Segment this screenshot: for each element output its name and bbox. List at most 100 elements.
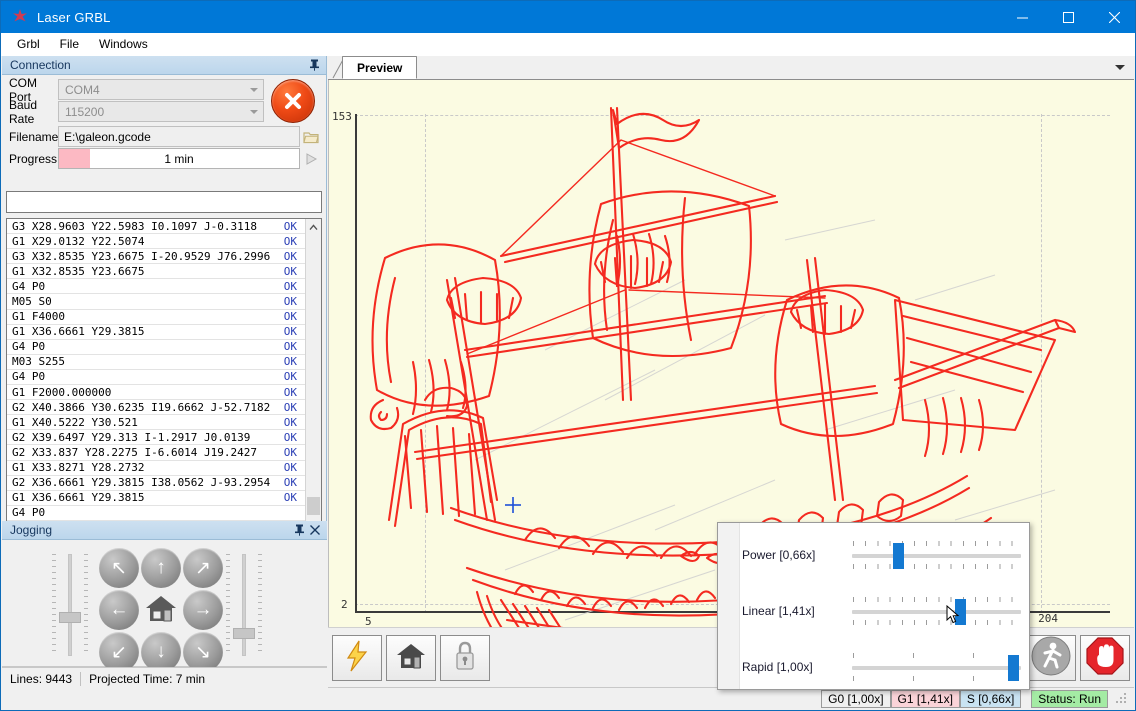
- gcode-scroll-track[interactable]: [306, 235, 322, 531]
- menu-file[interactable]: File: [50, 34, 89, 54]
- gcode-row[interactable]: G2 X36.6661 Y29.3815 I38.0562 J-93.2954 O…: [7, 476, 305, 491]
- jog-left[interactable]: ←: [99, 590, 139, 630]
- jog-right-arrow-icon: →: [193, 599, 213, 620]
- gcode-status: OK: [283, 400, 297, 414]
- rapid-slider-thumb[interactable]: [1007, 655, 1019, 681]
- gcode-row[interactable]: G1 X32.8535 Y23.6675 OK: [7, 264, 305, 280]
- folder-open-icon[interactable]: [300, 130, 322, 144]
- gcode-command: G1 X33.8271 Y28.2732: [12, 461, 145, 475]
- minimize-button[interactable]: [999, 1, 1045, 33]
- gcode-scrollbar[interactable]: [305, 219, 321, 547]
- resize-gripper[interactable]: [1114, 691, 1128, 706]
- jog-speed-slider[interactable]: [224, 550, 264, 660]
- gcode-row[interactable]: G3 X28.9603 Y22.5983 I0.1097 J-0.3118 OK: [7, 219, 305, 235]
- menu-windows[interactable]: Windows: [89, 34, 158, 54]
- tab-preview[interactable]: Preview: [342, 56, 418, 79]
- unlock-power-button[interactable]: [332, 634, 382, 681]
- gcode-command: G1 X36.6661 Y29.3815: [12, 491, 145, 505]
- com-port-select[interactable]: COM4: [58, 79, 264, 100]
- pin-icon[interactable]: [306, 57, 322, 73]
- gcode-row[interactable]: G4 P0 OK: [7, 340, 305, 355]
- jog-down-right-arrow-icon: ↘: [195, 641, 211, 663]
- gcode-row[interactable]: G1 X36.6661 Y29.3815 OK: [7, 491, 305, 506]
- close-button[interactable]: [1091, 1, 1135, 33]
- console-input[interactable]: [6, 191, 322, 213]
- slider-thumb[interactable]: [233, 628, 255, 639]
- gcode-row[interactable]: G1 X36.6661 Y29.3815 OK: [7, 325, 305, 340]
- baud-rate-select[interactable]: 115200: [58, 101, 264, 122]
- jog-direction-pad: ↖ ↑ ↗ ← → ↙ ↓ ↘: [99, 548, 225, 674]
- filename-input[interactable]: E:\galeon.gcode: [58, 126, 300, 147]
- run-button[interactable]: [1026, 634, 1076, 681]
- jog-down[interactable]: ↓: [141, 632, 181, 672]
- home-icon: [143, 592, 179, 629]
- gcode-row[interactable]: G4 P0: [7, 506, 305, 521]
- jog-down-left-arrow-icon: ↙: [111, 641, 127, 663]
- gcode-scroll-thumb[interactable]: [306, 497, 320, 515]
- gcode-row[interactable]: G3 X32.8535 Y23.6675 I-20.9529 J76.2996 O…: [7, 249, 305, 265]
- stop-button[interactable]: [1080, 634, 1130, 681]
- gcode-status: OK: [283, 476, 297, 490]
- gcode-list-panel: G3 X28.9603 Y22.5983 I0.1097 J-0.3118 OK G…: [6, 218, 322, 548]
- padlock-icon: [453, 640, 477, 675]
- gcode-command: M05 S0: [12, 295, 52, 309]
- gcode-status: OK: [283, 249, 297, 263]
- jog-up-left[interactable]: ↖: [99, 548, 139, 588]
- power-slider-thumb[interactable]: [892, 543, 904, 569]
- y-axis-top-label: 153: [332, 110, 352, 123]
- origin-crosshair: [505, 497, 521, 513]
- y-axis-bottom-label: 2: [341, 598, 348, 611]
- tab-preview-label: Preview: [357, 60, 403, 75]
- window-title: Laser GRBL: [37, 9, 111, 25]
- play-icon[interactable]: [300, 152, 322, 166]
- gcode-row[interactable]: G2 X33.837 Y28.2275 I-6.6014 J19.2427 OK: [7, 445, 305, 461]
- jog-down-left[interactable]: ↙: [99, 632, 139, 672]
- gcode-row[interactable]: M03 S255 OK: [7, 355, 305, 370]
- gcode-row[interactable]: G1 F4000 OK: [7, 310, 305, 325]
- jog-up-right[interactable]: ↗: [183, 548, 223, 588]
- gcode-row[interactable]: G1 F2000.000000 OK: [7, 385, 305, 401]
- jog-home[interactable]: [141, 590, 181, 630]
- projected-time-label: Projected Time: 7 min: [89, 671, 206, 686]
- linear-label: Linear [1,41x]: [742, 604, 815, 618]
- gcode-row[interactable]: G1 X29.0132 Y22.5074 OK: [7, 234, 305, 250]
- linear-slider[interactable]: [852, 591, 1021, 631]
- gcode-command: G2 X39.6497 Y29.313 I-1.2917 J0.0139: [12, 430, 251, 444]
- close-icon[interactable]: [307, 522, 323, 538]
- rapid-slider[interactable]: [852, 647, 1021, 687]
- gcode-row[interactable]: M05 S0 OK: [7, 294, 305, 310]
- gcode-command: M03 S255: [12, 355, 65, 369]
- chevron-down-icon[interactable]: [1106, 56, 1134, 79]
- power-slider[interactable]: [852, 535, 1021, 575]
- disconnect-button[interactable]: [271, 79, 315, 123]
- lock-button[interactable]: [440, 634, 490, 681]
- gcode-list[interactable]: G3 X28.9603 Y22.5983 I0.1097 J-0.3118 OK G…: [7, 219, 305, 547]
- gcode-row[interactable]: G4 P0 OK: [7, 370, 305, 386]
- gcode-row[interactable]: G4 P0 OK: [7, 279, 305, 295]
- gcode-row[interactable]: G1 X33.8271 Y28.2732 OK: [7, 461, 305, 476]
- jog-down-right[interactable]: ↘: [183, 632, 223, 672]
- slider-ticks-top: [853, 541, 1020, 546]
- pin-icon[interactable]: [291, 522, 307, 538]
- override-sliders-popup[interactable]: Power [0,66x] Linear [1,41x] Rapid [1,00x]: [717, 522, 1030, 690]
- title-bar: Laser GRBL: [1, 1, 1135, 33]
- menu-grbl[interactable]: Grbl: [7, 34, 50, 54]
- slider-thumb[interactable]: [59, 612, 81, 623]
- gcode-status: OK: [283, 370, 297, 384]
- filename-label: Filename: [9, 129, 59, 144]
- gcode-command: G2 X33.837 Y28.2275 I-6.6014 J19.2427: [12, 445, 258, 459]
- slider-ticks-bottom: [853, 564, 1020, 569]
- jog-right[interactable]: →: [183, 590, 223, 630]
- preview-tabstrip: Preview: [328, 56, 1134, 80]
- scroll-up-icon[interactable]: [306, 219, 322, 235]
- jogging-body: ↖ ↑ ↗ ← → ↙ ↓ ↘: [2, 540, 327, 672]
- jog-up[interactable]: ↑: [141, 548, 181, 588]
- jog-step-slider[interactable]: [50, 550, 90, 660]
- gcode-row[interactable]: G1 X40.5222 Y30.521 OK: [7, 415, 305, 431]
- gcode-row[interactable]: G2 X39.6497 Y29.313 I-1.2917 J0.0139 OK: [7, 430, 305, 446]
- maximize-button[interactable]: [1045, 1, 1091, 33]
- gcode-row[interactable]: G2 X40.3866 Y30.6235 I19.6662 J-52.7182 O…: [7, 400, 305, 416]
- home-button[interactable]: [386, 634, 436, 681]
- mouse-cursor: [946, 604, 960, 625]
- progress-bar: 1 min: [58, 148, 300, 169]
